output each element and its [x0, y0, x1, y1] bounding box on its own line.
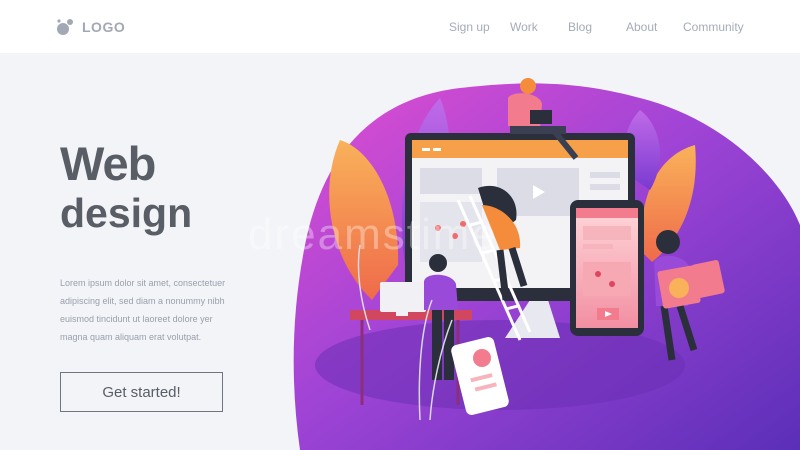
hero-title-line1: Web: [60, 137, 156, 190]
hero-description: Lorem ipsum dolor sit amet, consectetuer…: [60, 278, 226, 342]
tablet: [570, 200, 644, 336]
watermark: dreamstime: [248, 210, 498, 259]
hero-title: Web design: [60, 140, 192, 234]
get-started-button[interactable]: Get started!: [60, 372, 223, 412]
hero-title-line2: design: [60, 190, 193, 236]
